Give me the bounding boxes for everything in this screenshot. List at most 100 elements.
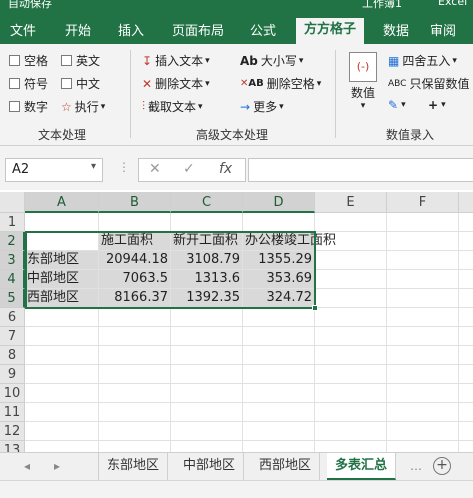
cell[interactable] — [459, 270, 473, 289]
cell[interactable] — [459, 289, 473, 308]
cell[interactable] — [243, 308, 315, 327]
cell[interactable] — [243, 346, 315, 365]
row-header[interactable]: 3 — [0, 251, 25, 270]
cell[interactable] — [459, 327, 473, 346]
cell[interactable] — [315, 346, 387, 365]
cell[interactable] — [387, 213, 459, 232]
cell[interactable] — [387, 270, 459, 289]
cell-c5[interactable]: 1392.35 — [171, 289, 243, 308]
cell[interactable] — [387, 308, 459, 327]
tab-formulas[interactable]: 公式 — [250, 20, 276, 39]
cell[interactable] — [243, 422, 315, 441]
sheet-tab-central[interactable]: 中部地区 — [175, 453, 245, 480]
round-button[interactable]: ▦ 四舍五入 ▾ — [388, 52, 457, 69]
checkbox-chinese[interactable]: 中文 — [61, 75, 100, 92]
more-button[interactable]: → 更多 ▾ — [240, 98, 284, 115]
cell[interactable] — [459, 422, 473, 441]
sheet-tab-summary[interactable]: 多表汇总 — [327, 453, 397, 480]
column-header-b[interactable]: B — [99, 192, 171, 213]
cell[interactable] — [387, 441, 459, 452]
row-header[interactable]: 1 — [0, 213, 25, 232]
row-header[interactable]: 8 — [0, 346, 25, 365]
cell-b2[interactable]: 施工面积 — [99, 232, 171, 251]
cell[interactable] — [25, 384, 99, 403]
row-header[interactable]: 9 — [0, 365, 25, 384]
cell[interactable] — [25, 346, 99, 365]
insert-function-icon[interactable]: fx — [219, 161, 232, 177]
cell[interactable] — [99, 365, 171, 384]
add-button[interactable]: + ▾ — [428, 98, 446, 112]
cell[interactable] — [315, 384, 387, 403]
cell[interactable] — [315, 403, 387, 422]
select-all-corner[interactable] — [0, 192, 25, 213]
cell[interactable] — [25, 327, 99, 346]
cell[interactable] — [459, 441, 473, 452]
cell[interactable] — [25, 422, 99, 441]
cell[interactable] — [171, 384, 243, 403]
row-header[interactable]: 13 — [0, 441, 25, 452]
cell[interactable] — [315, 289, 387, 308]
column-header-c[interactable]: C — [171, 192, 243, 213]
fill-handle[interactable] — [312, 305, 318, 311]
cell[interactable] — [25, 441, 99, 452]
cell[interactable] — [315, 251, 387, 270]
column-header-d[interactable]: D — [243, 192, 315, 213]
cell[interactable] — [459, 232, 473, 251]
cell[interactable] — [25, 365, 99, 384]
cell[interactable] — [315, 422, 387, 441]
tab-insert[interactable]: 插入 — [118, 20, 144, 39]
cell[interactable] — [171, 365, 243, 384]
chevron-down-icon[interactable]: ▾ — [91, 161, 96, 172]
cell[interactable] — [99, 403, 171, 422]
checkbox-space[interactable]: 空格 — [9, 52, 48, 69]
cell-b4[interactable]: 7063.5 — [99, 270, 171, 289]
cell-d3[interactable]: 1355.29 — [243, 251, 315, 270]
cancel-icon[interactable]: ✕ — [149, 161, 161, 177]
delete-space-button[interactable]: ✕AB 删除空格 ▾ — [240, 75, 321, 92]
tab-fangfang[interactable]: 方方格子 — [296, 18, 365, 46]
cell-a5[interactable]: 西部地区 — [25, 289, 99, 308]
cell[interactable] — [171, 327, 243, 346]
delete-text-button[interactable]: ✕ 删除文本 ▾ — [142, 75, 210, 92]
cell-c3[interactable]: 3108.79 — [171, 251, 243, 270]
cell[interactable] — [171, 422, 243, 441]
tab-data[interactable]: 数据 — [383, 20, 409, 39]
insert-text-button[interactable]: ↧ 插入文本 ▾ — [142, 52, 210, 69]
cell[interactable] — [315, 270, 387, 289]
cell[interactable] — [25, 213, 99, 232]
cell[interactable] — [315, 213, 387, 232]
cell[interactable] — [243, 327, 315, 346]
row-header[interactable]: 4 — [0, 270, 25, 289]
cell-b5[interactable]: 8166.37 — [99, 289, 171, 308]
add-sheet-icon[interactable]: + — [433, 457, 451, 475]
row-header[interactable]: 5 — [0, 289, 25, 308]
cell[interactable] — [459, 365, 473, 384]
cell[interactable] — [99, 384, 171, 403]
cell[interactable] — [243, 365, 315, 384]
cell[interactable] — [243, 384, 315, 403]
row-header[interactable]: 10 — [0, 384, 25, 403]
cell[interactable] — [243, 403, 315, 422]
keep-numeric-button[interactable]: ABC 只保留数值 — [388, 75, 469, 92]
row-header[interactable]: 11 — [0, 403, 25, 422]
case-button[interactable]: Ab 大小写 ▾ — [240, 52, 303, 69]
cell[interactable] — [315, 327, 387, 346]
cell[interactable] — [243, 441, 315, 452]
cell[interactable] — [25, 308, 99, 327]
column-header-f[interactable]: F — [387, 192, 459, 213]
execute-button[interactable]: ☆ 执行 ▾ — [61, 98, 105, 115]
cell[interactable] — [459, 384, 473, 403]
cell-c2[interactable]: 新开工面积 — [171, 232, 243, 251]
cell[interactable] — [387, 346, 459, 365]
cell[interactable] — [243, 213, 315, 232]
cell-d2[interactable]: 办公楼竣工面积 — [243, 232, 336, 251]
cell-d4[interactable]: 353.69 — [243, 270, 315, 289]
cell[interactable] — [459, 346, 473, 365]
cell[interactable] — [171, 403, 243, 422]
checkbox-symbol[interactable]: 符号 — [9, 75, 48, 92]
cell-b3[interactable]: 20944.18 — [99, 251, 171, 270]
row-header[interactable]: 7 — [0, 327, 25, 346]
cell[interactable] — [171, 213, 243, 232]
cell[interactable] — [171, 308, 243, 327]
column-header-e[interactable]: E — [315, 192, 387, 213]
